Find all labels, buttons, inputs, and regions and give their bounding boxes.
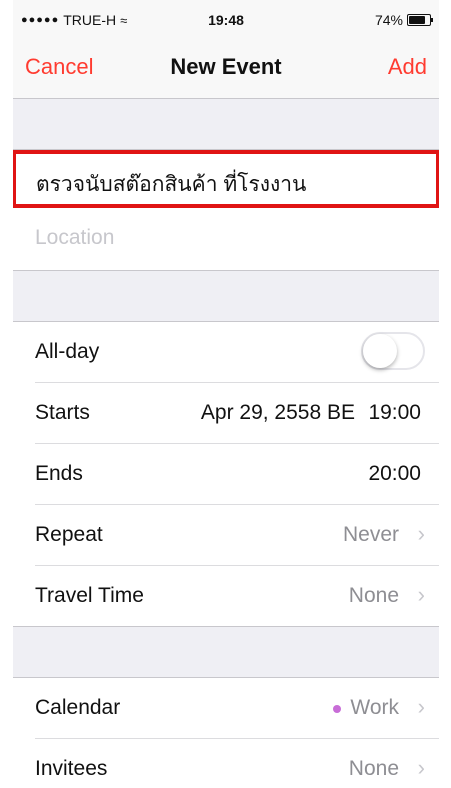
phone-screen: ●●●●● TRUE-H ≈ 19:48 74% Cancel New Even…	[13, 0, 439, 788]
time-group: All-day Starts Apr 29, 2558 BE 19:00 End…	[13, 321, 439, 627]
event-title-text: ตรวจนับสต๊อกสินค้า ที่โรงงาน	[36, 173, 307, 196]
repeat-label: Repeat	[35, 523, 103, 546]
calendar-label: Calendar	[35, 696, 121, 719]
allday-row: All-day	[35, 322, 439, 383]
allday-label: All-day	[35, 340, 100, 363]
travel-time-label: Travel Time	[35, 584, 144, 607]
allday-toggle[interactable]	[361, 332, 425, 370]
toggle-knob	[363, 334, 397, 368]
ends-label: Ends	[35, 462, 83, 485]
calendar-color-dot	[333, 705, 341, 713]
calendar-value: Work	[350, 696, 399, 719]
page-title: New Event	[170, 54, 282, 79]
starts-row[interactable]: Starts Apr 29, 2558 BE 19:00	[35, 383, 439, 444]
ends-row[interactable]: Ends 20:00	[35, 444, 439, 505]
repeat-value: Never	[342, 523, 399, 546]
chevron-right-icon: ›	[417, 521, 425, 546]
status-right: 74%	[374, 12, 433, 28]
battery-percent: 74%	[374, 12, 403, 28]
invitees-label: Invitees	[35, 757, 108, 780]
chevron-right-icon: ›	[417, 694, 425, 719]
travel-time-value: None	[348, 584, 399, 607]
starts-time: 19:00	[368, 401, 421, 424]
add-button[interactable]: Add	[388, 54, 427, 80]
chevron-right-icon: ›	[417, 582, 425, 607]
starts-date: Apr 29, 2558 BE	[200, 401, 355, 424]
repeat-row[interactable]: Repeat Never ›	[35, 505, 439, 566]
invitees-value: None	[348, 757, 399, 780]
calendar-group: Calendar Work › Invitees None ›	[13, 677, 439, 788]
event-title-input[interactable]: ตรวจนับสต๊อกสินค้า ที่โรงงาน	[13, 150, 439, 208]
status-bar: ●●●●● TRUE-H ≈ 19:48 74%	[13, 0, 439, 42]
location-input[interactable]: Location	[13, 208, 439, 270]
chevron-right-icon: ›	[417, 755, 425, 780]
navigation-bar: Cancel New Event Add	[13, 42, 439, 99]
starts-label: Starts	[35, 401, 90, 424]
travel-time-row[interactable]: Travel Time None ›	[35, 566, 439, 626]
title-location-group: ตรวจนับสต๊อกสินค้า ที่โรงงาน Location	[13, 149, 439, 271]
location-placeholder: Location	[35, 226, 115, 249]
ends-time: 20:00	[368, 462, 421, 485]
calendar-row[interactable]: Calendar Work ›	[35, 678, 439, 739]
invitees-row[interactable]: Invitees None ›	[35, 739, 439, 788]
battery-icon	[407, 14, 433, 26]
